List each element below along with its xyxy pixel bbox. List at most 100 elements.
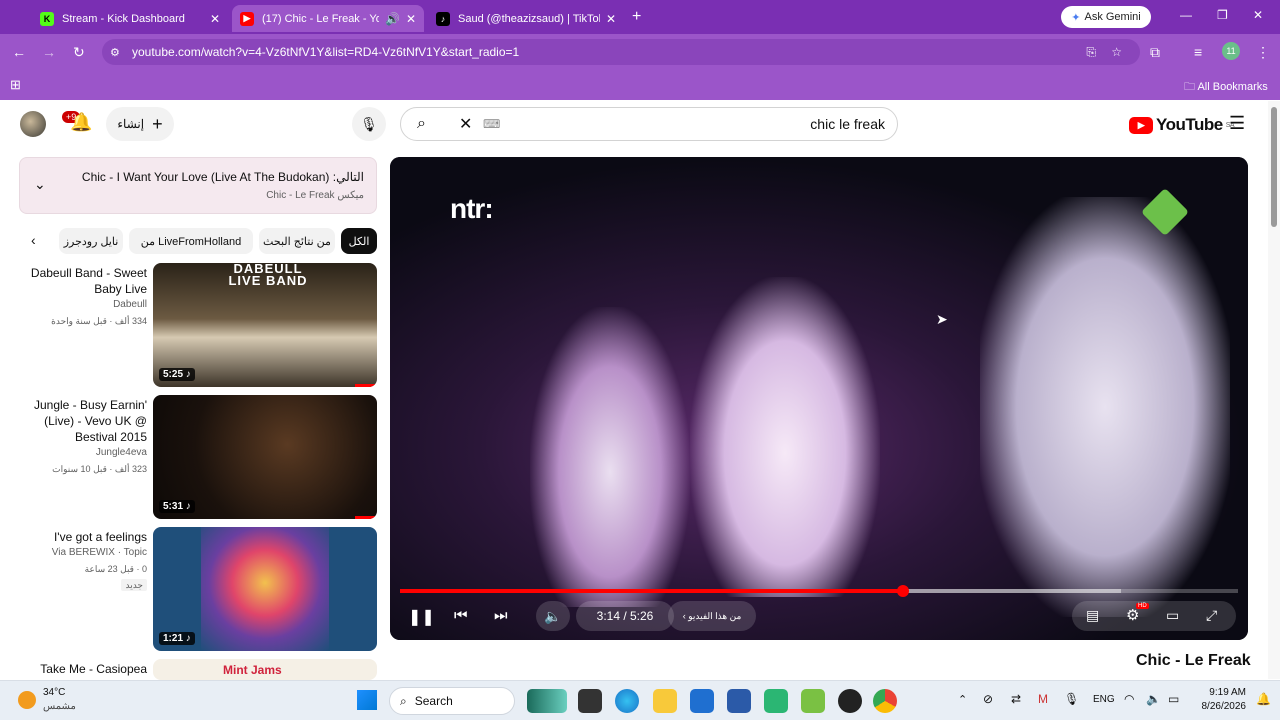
close-tab-icon[interactable]: ✕ (606, 12, 616, 26)
video-player[interactable]: ntr: ➤ ❚❚ ⏮ ⏭ 🔈 3:14 / 5:26 من هذا الفيد… (390, 157, 1248, 640)
transfer-icon[interactable]: ⇄ (1011, 692, 1021, 706)
app-icon[interactable] (727, 689, 751, 713)
notifications-icon[interactable]: 🔔 (1256, 692, 1271, 706)
sun-icon[interactable] (18, 691, 36, 709)
chip-all[interactable]: الكل (341, 228, 377, 254)
profile-avatar[interactable]: 11 (1222, 42, 1240, 60)
video-title[interactable]: Jungle - Busy Earnin' (Live) - Vevo UK @… (17, 397, 147, 445)
list-item[interactable]: Mint Jams Take Me - Casiopea (19, 659, 377, 680)
file-explorer-icon[interactable] (653, 689, 677, 713)
hamburger-menu-icon[interactable]: ☰ (1229, 113, 1245, 134)
chrome-menu-icon[interactable]: ⋮ (1256, 44, 1270, 61)
app-tray-icon[interactable]: M (1038, 692, 1048, 706)
video-title[interactable]: Take Me - Casiopea (19, 661, 147, 677)
edge-icon[interactable] (615, 689, 639, 713)
duration-badge: 5:31 ♪ (159, 500, 195, 513)
address-bar[interactable]: ⚙ youtube.com/watch?v=4-Vz6tNfV1Y&list=R… (102, 39, 1140, 65)
video-thumbnail[interactable]: Mint Jams (153, 659, 377, 680)
channel-name[interactable]: Via BEREWIX · Topic (17, 547, 147, 558)
clock-time[interactable]: 9:19 AM (1206, 687, 1246, 698)
utorrent-icon[interactable] (801, 689, 825, 713)
store-icon[interactable] (690, 689, 714, 713)
close-tab-icon[interactable]: ✕ (210, 12, 220, 26)
task-view-icon[interactable] (578, 689, 602, 713)
scrollbar-thumb[interactable] (1271, 107, 1277, 227)
site-info-icon[interactable]: ⚙ (110, 46, 120, 59)
tab-youtube[interactable]: ▶ (17) Chic - Le Freak - YouTu 🔊 ✕ (232, 5, 424, 32)
language-indicator[interactable]: ENG (1093, 694, 1115, 705)
install-app-icon[interactable]: ⎘ (1086, 45, 1096, 60)
list-item[interactable]: 1:21 ♪ I've got a feelings Via BEREWIX ·… (19, 527, 377, 653)
bell-icon[interactable]: 🔔 (70, 112, 92, 133)
watch-progress-bar (355, 516, 377, 519)
chevron-left-icon[interactable]: ‹ (31, 232, 36, 248)
voice-search-button[interactable]: 🎙 (352, 107, 386, 141)
reading-list-icon[interactable]: ≡ (1194, 44, 1202, 60)
list-item[interactable]: 5:31 ♪ Jungle - Busy Earnin' (Live) - Ve… (19, 395, 377, 521)
app-icon[interactable] (764, 689, 788, 713)
up-next-card[interactable]: ⌄ التالي: Chic - I Want Your Love (Live … (19, 157, 377, 214)
plus-icon: + (152, 113, 163, 134)
video-thumbnail[interactable]: 5:31 ♪ (153, 395, 377, 519)
chip-nile-rodgers[interactable]: نايل رودجرز (59, 228, 123, 254)
widgets-icon[interactable] (527, 689, 567, 713)
volume-icon[interactable]: 🔈 (536, 601, 570, 631)
back-button[interactable]: ← (12, 44, 26, 60)
windows-start-icon[interactable] (357, 690, 377, 710)
apps-grid-icon[interactable]: ⊞ (10, 77, 21, 93)
seek-bar[interactable] (400, 585, 1238, 597)
video-thumbnail[interactable]: DABEULL LIVE BAND 5:25 ♪ (153, 263, 377, 387)
forward-button[interactable]: → (42, 44, 56, 60)
chapter-button[interactable]: من هذا الفيديو › (668, 601, 756, 631)
ask-gemini-button[interactable]: ✦ Ask Gemini (1061, 6, 1151, 28)
channel-name[interactable]: Dabeull (17, 299, 147, 310)
chip-from-search[interactable]: من نتائج البحث (259, 228, 335, 254)
app-icon[interactable] (838, 689, 862, 713)
microphone-icon[interactable]: 🎙 (1064, 692, 1079, 706)
subtitles-icon[interactable]: ▤ (1086, 607, 1099, 624)
maximize-button[interactable]: ❐ (1217, 8, 1228, 22)
tab-kick[interactable]: K Stream - Kick Dashboard ✕ (32, 5, 228, 32)
taskbar-search[interactable]: ⌕ Search (389, 687, 515, 715)
video-title[interactable]: I've got a feelings (17, 529, 147, 545)
bookmark-star-icon[interactable]: ☆ (1111, 45, 1122, 59)
chip-from-channel[interactable]: من LiveFromHolland (129, 228, 253, 254)
wifi-icon[interactable]: ◠ (1124, 692, 1134, 706)
clock-date[interactable]: 8/26/2026 (1196, 701, 1247, 712)
fullscreen-icon[interactable]: ⤢ (1206, 607, 1217, 624)
youtube-logo[interactable]: ▶ YouTube SA (1129, 115, 1235, 135)
tray-chevron-icon[interactable]: ⌃ (958, 693, 967, 706)
all-bookmarks-link[interactable]: 🗀 All Bookmarks (1184, 78, 1268, 97)
close-window-button[interactable]: ✕ (1253, 8, 1263, 22)
volume-icon[interactable]: 🔈 (1146, 692, 1161, 706)
chevron-down-icon[interactable]: ⌄ (34, 176, 46, 193)
minimize-button[interactable]: — (1180, 8, 1192, 22)
search-icon: ⌕ (400, 693, 407, 708)
new-tab-button[interactable]: + (632, 8, 641, 26)
avatar[interactable] (20, 111, 46, 137)
battery-icon[interactable]: ▭ (1168, 692, 1179, 706)
scrollbar[interactable] (1268, 101, 1280, 679)
video-thumbnail[interactable]: 1:21 ♪ (153, 527, 377, 651)
theater-mode-icon[interactable]: ▭ (1166, 607, 1179, 624)
search-icon[interactable]: ⌕ (417, 115, 426, 133)
chrome-icon[interactable] (873, 689, 897, 713)
next-button[interactable]: ⏭ (494, 607, 508, 624)
list-item[interactable]: DABEULL LIVE BAND 5:25 ♪ Dabeull Band - … (19, 263, 377, 389)
reload-button[interactable]: ↻ (73, 44, 85, 61)
channel-name[interactable]: Jungle4eva (17, 447, 147, 458)
scrubber-handle[interactable] (896, 585, 909, 597)
pause-button[interactable]: ❚❚ (408, 607, 435, 627)
weather-temp[interactable]: 34°C (43, 687, 65, 698)
tab-tiktok[interactable]: ♪ Saud (@theazizsaud) | TikTok(5) ✕ (428, 5, 624, 32)
close-tab-icon[interactable]: ✕ (406, 12, 416, 26)
speaker-icon[interactable]: 🔊 (385, 12, 400, 26)
clear-search-icon[interactable]: ✕ (459, 114, 472, 134)
previous-button[interactable]: ⏮ (454, 607, 468, 624)
video-title[interactable]: Dabeull Band - Sweet Baby Live (17, 265, 147, 297)
search-input[interactable]: chic le freak (810, 116, 885, 132)
extensions-icon[interactable]: ⧉ (1150, 44, 1160, 61)
create-button[interactable]: إنشاء + (106, 107, 174, 141)
network-off-icon[interactable]: ⊘ (983, 692, 993, 706)
keyboard-icon[interactable]: ⌨ (483, 117, 500, 131)
